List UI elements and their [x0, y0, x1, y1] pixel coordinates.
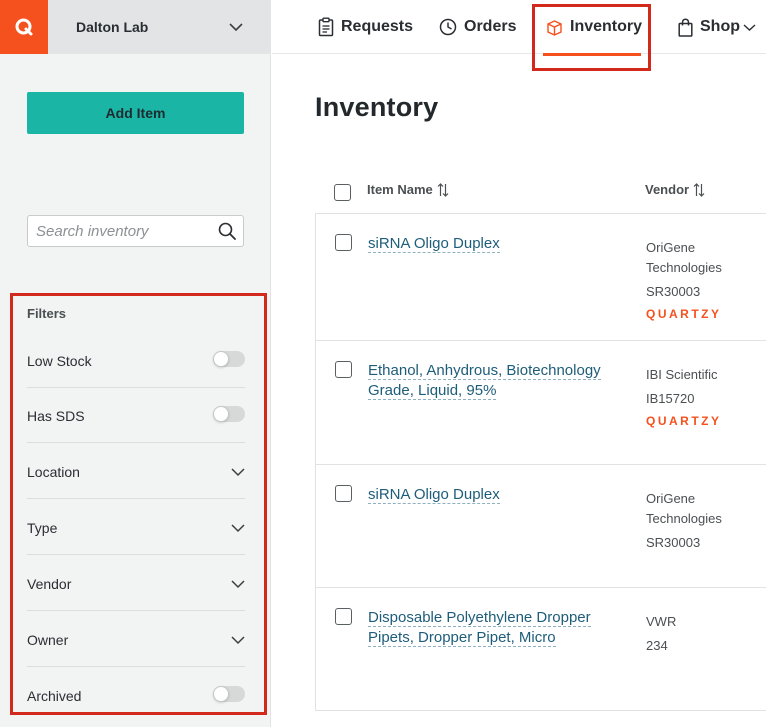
highlight-box-inventory: [532, 4, 651, 71]
row-checkbox[interactable]: [335, 485, 352, 502]
item-name-link[interactable]: Ethanol, Anhydrous, Biotechnology Grade,…: [368, 361, 618, 401]
filter-label: Location: [27, 464, 80, 480]
quartzy-badge: QUARTZY: [646, 307, 722, 321]
filter-label: Low Stock: [27, 353, 92, 369]
chevron-down-icon[interactable]: [231, 635, 245, 645]
item-name[interactable]: siRNA Oligo Duplex: [368, 486, 500, 504]
top-nav: Requests Orders Inventory Shop: [272, 0, 766, 54]
filter-type[interactable]: Type: [27, 499, 245, 555]
lab-switcher[interactable]: Dalton Lab: [0, 0, 271, 54]
vendor-name: VWR: [646, 614, 677, 629]
filter-vendor[interactable]: Vendor: [27, 555, 245, 611]
chevron-down-icon[interactable]: [231, 467, 245, 477]
item-name[interactable]: Ethanol, Anhydrous, Biotechnology Grade,…: [368, 362, 601, 400]
filters-panel: Filters Low Stock Has SDS Location Type …: [10, 293, 267, 715]
filter-label: Archived: [27, 688, 82, 704]
row-checkbox[interactable]: [335, 361, 352, 378]
vendor-cell: VWR 234: [646, 612, 764, 656]
chevron-down-icon[interactable]: [229, 22, 243, 32]
column-label: Item Name: [367, 182, 433, 197]
nav-orders[interactable]: Orders: [439, 0, 516, 54]
search-box[interactable]: [27, 215, 244, 247]
item-name-link[interactable]: siRNA Oligo Duplex: [368, 485, 618, 505]
filter-has-sds[interactable]: Has SDS: [27, 387, 245, 443]
filters-title: Filters: [27, 306, 67, 321]
table-row[interactable]: siRNA Oligo Duplex OriGene Technologies …: [315, 465, 766, 588]
vendor-name: OriGene Technologies: [646, 491, 722, 526]
table-row[interactable]: siRNA Oligo Duplex OriGene Technologies …: [315, 214, 766, 341]
chevron-down-icon[interactable]: [231, 523, 245, 533]
row-checkbox[interactable]: [335, 608, 352, 625]
item-name[interactable]: Disposable Polyethylene Dropper Pipets, …: [368, 609, 591, 647]
chevron-down-icon: [743, 23, 756, 31]
has-sds-toggle[interactable]: [213, 406, 245, 422]
search-input[interactable]: [28, 216, 213, 246]
lab-name: Dalton Lab: [76, 19, 149, 35]
chevron-down-icon[interactable]: [231, 579, 245, 589]
catalog-number: IB15720: [646, 391, 695, 406]
logo-q-icon: [15, 18, 33, 36]
filter-low-stock[interactable]: Low Stock: [27, 332, 245, 388]
shopping-bag-icon: [678, 18, 693, 37]
column-label: Vendor: [645, 182, 690, 197]
toggle-knob: [213, 406, 229, 422]
vendor-cell: OriGene Technologies SR30003: [646, 489, 764, 553]
nav-shop[interactable]: Shop: [678, 0, 763, 54]
table-row[interactable]: Disposable Polyethylene Dropper Pipets, …: [315, 588, 766, 711]
toggle-knob: [213, 686, 229, 702]
sort-icon[interactable]: [693, 182, 705, 197]
low-stock-toggle[interactable]: [213, 351, 245, 367]
clock-icon: [439, 18, 457, 36]
inventory-table: Item Name Vendor siRNA Oligo Duplex OriG…: [315, 168, 766, 727]
vendor-cell: IBI Scientific IB15720 QUARTZY: [646, 365, 764, 431]
filter-label: Vendor: [27, 576, 72, 592]
column-vendor[interactable]: Vendor: [645, 182, 705, 197]
column-item-name[interactable]: Item Name: [367, 182, 449, 197]
sidebar: Dalton Lab Add Item Filters Low Stock Ha…: [0, 0, 271, 727]
row-checkbox[interactable]: [335, 234, 352, 251]
item-name[interactable]: siRNA Oligo Duplex: [368, 235, 500, 253]
vendor-name: IBI Scientific: [646, 367, 718, 382]
filter-label: Has SDS: [27, 408, 85, 424]
search-icon[interactable]: [218, 222, 236, 240]
select-all-checkbox[interactable]: [334, 184, 351, 201]
quartzy-logo[interactable]: [0, 0, 48, 54]
filter-label: Type: [27, 520, 58, 536]
sort-icon[interactable]: [437, 182, 449, 197]
filter-location[interactable]: Location: [27, 443, 245, 499]
toggle-knob: [213, 351, 229, 367]
nav-orders-label: Orders: [464, 18, 517, 35]
item-name-link[interactable]: Disposable Polyethylene Dropper Pipets, …: [368, 608, 618, 648]
nav-requests[interactable]: Requests: [318, 0, 413, 54]
filter-owner[interactable]: Owner: [27, 611, 245, 667]
filter-label: Owner: [27, 632, 69, 648]
clipboard-icon: [318, 17, 334, 37]
table-row[interactable]: Ethanol, Anhydrous, Biotechnology Grade,…: [315, 341, 766, 465]
catalog-number: SR30003: [646, 535, 701, 550]
add-item-button[interactable]: Add Item: [27, 92, 244, 134]
archived-toggle[interactable]: [213, 686, 245, 702]
item-name-link[interactable]: siRNA Oligo Duplex: [368, 234, 618, 254]
vendor-name: OriGene Technologies: [646, 240, 722, 275]
nav-shop-label: Shop: [700, 18, 740, 35]
catalog-number: 234: [646, 638, 668, 653]
page-title: Inventory: [315, 92, 439, 122]
vendor-cell: OriGene Technologies SR30003 QUARTZY: [646, 238, 764, 324]
quartzy-badge: QUARTZY: [646, 414, 722, 428]
nav-requests-label: Requests: [341, 18, 414, 35]
table-header: Item Name Vendor: [315, 168, 766, 214]
filter-archived[interactable]: Archived: [27, 667, 245, 723]
catalog-number: SR30003: [646, 284, 701, 299]
